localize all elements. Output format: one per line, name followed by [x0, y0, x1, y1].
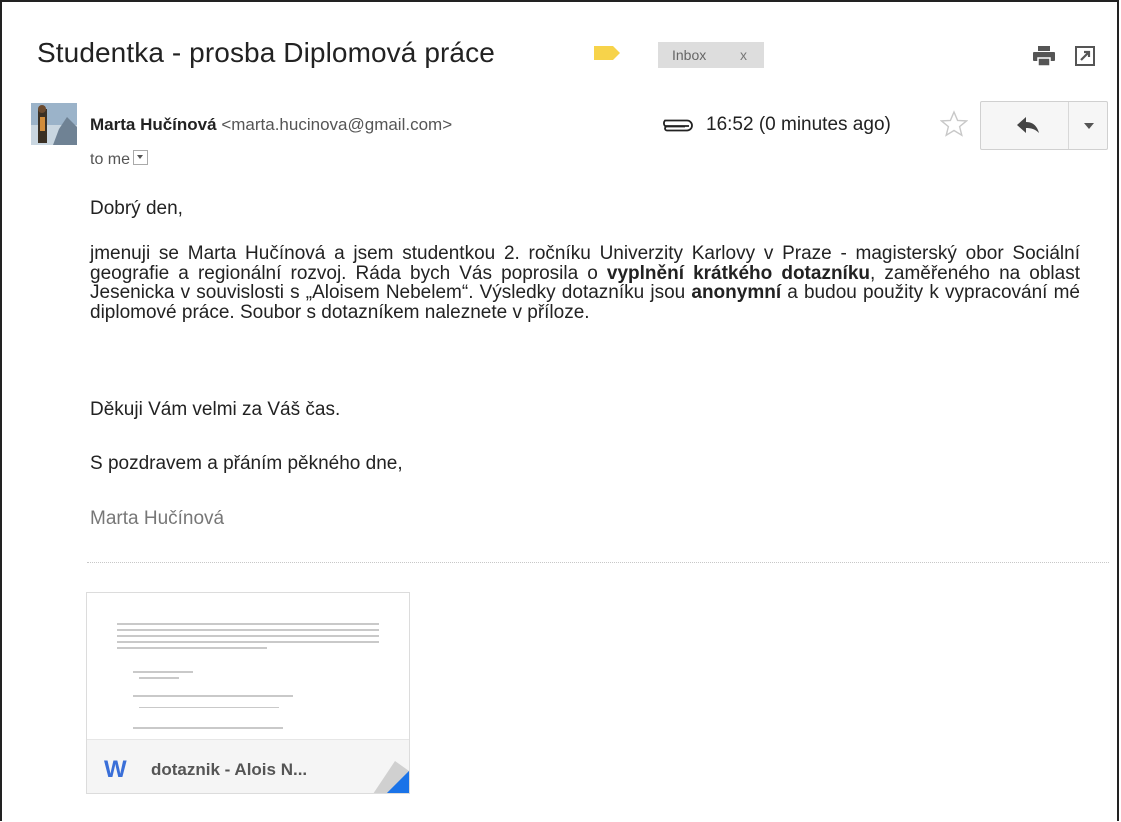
- message-time[interactable]: 16:52 (0 minutes ago): [706, 114, 891, 136]
- word-document-icon: W: [104, 756, 127, 783]
- attachment-preview[interactable]: [87, 593, 409, 739]
- sender-email: <marta.hucinova@gmail.com>: [221, 115, 453, 134]
- recipients-line: to me: [90, 150, 149, 169]
- inbox-label-text: Inbox: [672, 47, 707, 63]
- print-icon[interactable]: [1033, 46, 1055, 66]
- attachment-filename[interactable]: dotaznik - Alois N...: [151, 760, 307, 780]
- message-paragraph: jmenuji se Marta Hučínová a jsem student…: [90, 244, 1080, 322]
- greeting: Dobrý den,: [90, 198, 183, 219]
- chevron-down-icon: [1084, 123, 1094, 129]
- popout-icon[interactable]: [1075, 46, 1095, 66]
- important-label-icon[interactable]: [594, 46, 620, 60]
- paragraph-bold-1: vyplnění krátkého dotazníku: [606, 262, 871, 284]
- regards-line: S pozdravem a přáním pěkného dne,: [90, 453, 403, 474]
- attachment-card[interactable]: W dotaznik - Alois N...: [86, 592, 410, 794]
- signature: Marta Hučínová: [90, 508, 225, 529]
- show-details-icon[interactable]: [133, 150, 149, 165]
- paperclip-icon: [663, 119, 693, 132]
- remove-label-icon[interactable]: x: [740, 47, 747, 63]
- more-options-button[interactable]: [1069, 102, 1107, 149]
- email-subject: Studentka - prosba Diplomová práce: [37, 37, 495, 68]
- reply-icon: [1017, 117, 1039, 133]
- recipients-text: to me: [90, 151, 131, 168]
- inbox-label-chip[interactable]: Inbox x: [658, 42, 764, 68]
- sender-line: Marta Hučínová <marta.hucinova@gmail.com…: [90, 115, 452, 135]
- sender-avatar[interactable]: [31, 103, 77, 145]
- attachment-divider: [87, 562, 1109, 563]
- star-icon[interactable]: [940, 110, 968, 137]
- sender-name[interactable]: Marta Hučínová: [90, 115, 217, 134]
- reply-button[interactable]: [981, 102, 1069, 149]
- download-corner-icon[interactable]: [373, 761, 409, 794]
- reply-button-group: [980, 101, 1108, 150]
- paragraph-bold-2: anonymní: [691, 282, 782, 303]
- thanks-line: Děkuji Vám velmi za Váš čas.: [90, 399, 341, 420]
